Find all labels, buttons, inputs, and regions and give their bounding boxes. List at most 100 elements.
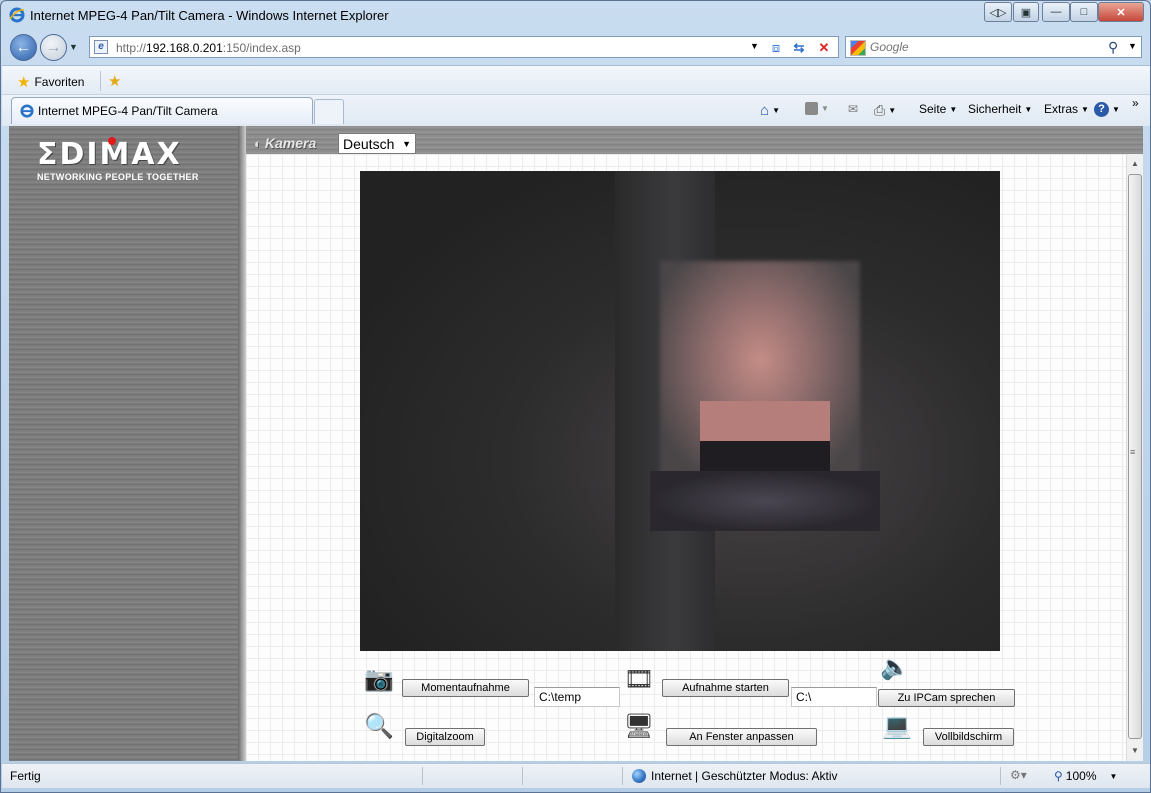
camera-video-feed[interactable] bbox=[360, 171, 1000, 651]
scroll-up-icon[interactable]: ▲ bbox=[1127, 156, 1143, 172]
history-dropdown-icon[interactable]: ▼ bbox=[69, 42, 78, 52]
help-button[interactable]: ? ▼ bbox=[1094, 102, 1120, 117]
left-panel: ΣDIMAX NETWORKING PEOPLE TOGETHER bbox=[9, 126, 246, 761]
video-sill bbox=[650, 471, 880, 531]
laptop-fullscreen-icon: 💻 bbox=[882, 713, 912, 740]
minimize-button[interactable]: — bbox=[1042, 2, 1070, 22]
page-content: ΣDIMAX NETWORKING PEOPLE TOGETHER ◐ Kame… bbox=[9, 126, 1143, 761]
security-zone-label: Internet | Geschützter Modus: Aktiv bbox=[651, 769, 838, 783]
extras-menu-label: Extras bbox=[1044, 102, 1079, 116]
search-icon[interactable]: ⚲ bbox=[1108, 39, 1118, 56]
mail-button[interactable]: ✉ bbox=[848, 102, 858, 116]
tab-ie-icon bbox=[20, 104, 34, 118]
record-button[interactable]: Aufnahme starten bbox=[662, 679, 789, 697]
camera-label-text: Kamera bbox=[264, 135, 317, 151]
home-button[interactable]: ⌂ ▼ bbox=[760, 102, 780, 119]
language-select[interactable]: Deutsch ▼ bbox=[338, 133, 416, 154]
logo-red-dot bbox=[108, 137, 116, 145]
vertical-scrollbar[interactable]: ▲ ≡ ▼ bbox=[1126, 154, 1143, 761]
feeds-icon bbox=[805, 102, 818, 115]
favorites-bar: ★ Favoriten ★ bbox=[2, 65, 1150, 95]
zoom-control[interactable]: ⚲ 100% ▼ bbox=[1054, 769, 1117, 783]
tab-title: Internet MPEG-4 Pan/Tilt Camera bbox=[38, 104, 218, 118]
zoom-level: 100% bbox=[1065, 769, 1097, 783]
address-dropdown-icon[interactable]: ▼ bbox=[750, 41, 759, 51]
search-box[interactable]: ⚲ ▼ bbox=[845, 36, 1142, 58]
snapshot-button[interactable]: Momentaufnahme bbox=[402, 679, 529, 697]
digital-zoom-button[interactable]: Digitalzoom bbox=[405, 728, 485, 746]
film-reel-icon: 🎞 bbox=[623, 666, 655, 693]
zoom-magnifier-icon: ⚲ bbox=[1054, 769, 1063, 783]
tab-row: Internet MPEG-4 Pan/Tilt Camera ⌂ ▼ ▼ ✉ ⎙… bbox=[2, 95, 1150, 126]
print-button[interactable]: ⎙ ▼ bbox=[874, 102, 896, 119]
close-button[interactable]: ✕ bbox=[1098, 2, 1144, 22]
address-bar[interactable]: e http://192.168.0.201:150/index.asp ▼ ⧈… bbox=[89, 36, 839, 58]
favorites-label: Favoriten bbox=[34, 75, 85, 89]
forward-button[interactable]: → bbox=[40, 34, 67, 61]
toolbar-overflow-icon[interactable]: » bbox=[1132, 96, 1139, 110]
page-menu[interactable]: Seite ▼ bbox=[919, 102, 957, 116]
camera-lens-icon: ◐ bbox=[254, 135, 262, 151]
back-button[interactable]: ← bbox=[10, 34, 37, 61]
status-bar: Fertig Internet | Geschützter Modus: Akt… bbox=[2, 763, 1150, 788]
new-tab-button[interactable] bbox=[314, 99, 344, 124]
fit-window-button[interactable]: An Fenster anpassen bbox=[666, 728, 817, 746]
search-options-icon[interactable]: ▼ bbox=[1128, 41, 1137, 51]
status-separator bbox=[1000, 767, 1001, 785]
logo-tagline: NETWORKING PEOPLE TOGETHER bbox=[37, 172, 199, 182]
talk-button[interactable]: Zu IPCam sprechen bbox=[878, 689, 1015, 707]
security-menu[interactable]: Sicherheit ▼ bbox=[968, 102, 1032, 116]
protected-mode-settings-icon[interactable]: ⚙▾ bbox=[1010, 768, 1027, 782]
globe-icon bbox=[632, 769, 646, 783]
tab-list-button[interactable]: ▣ bbox=[1013, 2, 1039, 22]
ie-logo-icon bbox=[9, 7, 25, 23]
record-path-field[interactable]: C:\ bbox=[791, 687, 877, 707]
title-bar: Internet MPEG-4 Pan/Tilt Camera - Window… bbox=[1, 1, 1150, 29]
logo-word: ΣDIMAX bbox=[37, 137, 182, 172]
security-menu-label: Sicherheit bbox=[968, 102, 1022, 116]
compatibility-view-icon[interactable]: ⧈ bbox=[766, 39, 786, 57]
navigation-bar: ← → ▼ e http://192.168.0.201:150/index.a… bbox=[1, 29, 1150, 65]
printer-icon: ⎙ bbox=[874, 102, 886, 118]
address-url[interactable]: http://192.168.0.201:150/index.asp bbox=[116, 41, 301, 55]
window-title: Internet MPEG-4 Pan/Tilt Camera - Window… bbox=[30, 8, 389, 23]
scrollbar-grip-icon: ≡ bbox=[1130, 447, 1136, 457]
edimax-logo: ΣDIMAX NETWORKING PEOPLE TOGETHER bbox=[37, 137, 217, 182]
maximize-button[interactable]: □ bbox=[1070, 2, 1098, 22]
scroll-down-icon[interactable]: ▼ bbox=[1127, 743, 1143, 759]
security-zone[interactable]: Internet | Geschützter Modus: Aktiv bbox=[632, 769, 838, 783]
status-text: Fertig bbox=[10, 769, 41, 783]
page-menu-label: Seite bbox=[919, 102, 947, 116]
chevron-down-icon: ▼ bbox=[402, 138, 411, 149]
camera-section-label[interactable]: ◐ Kamera bbox=[254, 135, 316, 151]
status-separator bbox=[522, 767, 523, 785]
speaker-icon: 🔈 bbox=[880, 654, 910, 681]
add-to-favorites-icon[interactable]: ★ bbox=[108, 72, 121, 90]
stop-icon[interactable]: ✕ bbox=[814, 39, 834, 57]
language-value: Deutsch bbox=[343, 135, 395, 152]
google-logo-icon bbox=[850, 40, 866, 56]
feeds-button[interactable]: ▼ bbox=[805, 102, 829, 115]
page-icon: e bbox=[94, 40, 108, 54]
extras-menu[interactable]: Extras ▼ bbox=[1044, 102, 1089, 116]
monitor-fit-icon: 🖥 bbox=[623, 713, 655, 740]
browser-window: Internet MPEG-4 Pan/Tilt Camera - Window… bbox=[0, 0, 1151, 793]
tab-camera[interactable]: Internet MPEG-4 Pan/Tilt Camera bbox=[11, 97, 313, 124]
status-separator bbox=[422, 767, 423, 785]
search-input[interactable] bbox=[870, 39, 1100, 55]
favorites-button[interactable]: ★ Favoriten bbox=[17, 73, 84, 91]
refresh-icon[interactable]: ⇆ bbox=[789, 39, 809, 57]
zoom-dropdown-icon[interactable]: ▼ bbox=[1110, 772, 1118, 781]
restore-tabs-button[interactable]: ◁▷ bbox=[984, 2, 1012, 22]
status-separator bbox=[622, 767, 623, 785]
help-icon: ? bbox=[1094, 102, 1109, 117]
magnifier-monitor-icon: 🔍 bbox=[364, 713, 394, 740]
snapshot-path-field[interactable]: C:\temp bbox=[534, 687, 620, 707]
home-icon: ⌂ bbox=[760, 102, 770, 119]
favorites-separator bbox=[100, 71, 101, 91]
camera-header-strip: ◐ Kamera Deutsch ▼ bbox=[246, 126, 1143, 154]
fullscreen-button[interactable]: Vollbildschirm bbox=[923, 728, 1014, 746]
favorites-star-icon: ★ bbox=[17, 74, 31, 91]
mail-icon: ✉ bbox=[848, 102, 859, 116]
snapshot-camera-icon: 📷 bbox=[364, 666, 394, 693]
